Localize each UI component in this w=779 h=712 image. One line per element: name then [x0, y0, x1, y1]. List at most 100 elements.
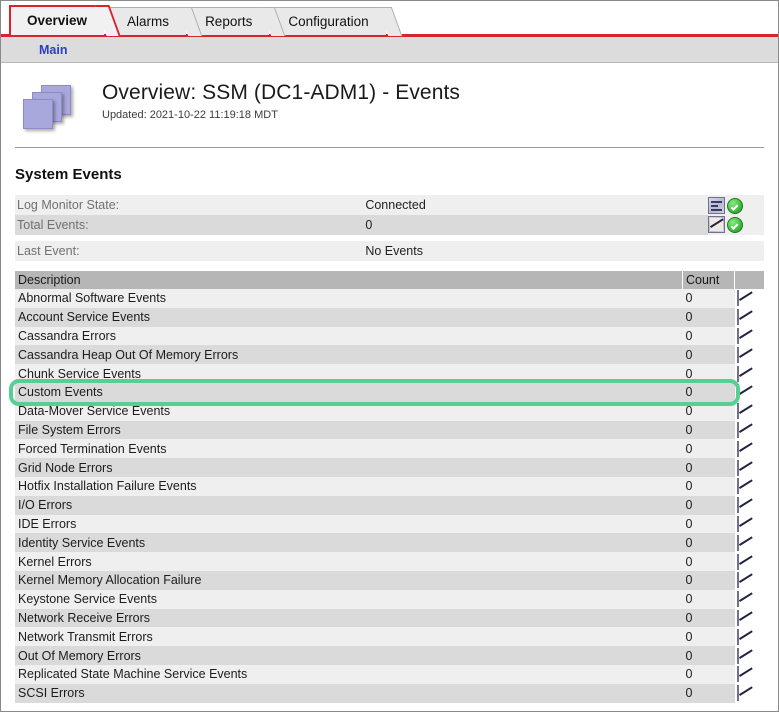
chart-icon[interactable]: [707, 216, 725, 233]
event-chart-cell: [734, 608, 764, 628]
event-chart-cell: [734, 382, 764, 402]
chart-icon[interactable]: [736, 421, 739, 438]
chart-icon[interactable]: [736, 515, 739, 532]
chart-icon[interactable]: [736, 440, 739, 457]
event-description-cell: Cassandra Errors: [15, 326, 683, 346]
summary-row-last-event: Last Event: No Events: [15, 241, 764, 261]
table-row[interactable]: Chunk Service Events 0: [15, 364, 764, 383]
table-row[interactable]: Grid Node Errors 0: [15, 458, 764, 477]
event-chart-cell: [734, 627, 764, 647]
events-table-head: Description Count: [15, 271, 764, 289]
chart-icon[interactable]: [736, 309, 739, 326]
event-chart-cell: [734, 570, 764, 590]
event-count-cell: 0: [682, 326, 735, 346]
event-description-cell: Network Receive Errors: [15, 608, 683, 628]
table-row[interactable]: Keystone Service Events 0: [15, 589, 764, 609]
chart-icon[interactable]: [736, 290, 739, 307]
events-table: Description Count Abnormal Software Even…: [15, 271, 764, 703]
green-check-icon: [726, 197, 743, 214]
table-row[interactable]: IDE Errors 0: [15, 514, 764, 534]
summary-label-total-events: Total Events:: [15, 215, 364, 235]
table-row[interactable]: Custom Events 0: [15, 382, 764, 402]
event-count-cell: 0: [682, 514, 735, 534]
event-description-cell: Custom Events: [15, 382, 683, 402]
chart-icon[interactable]: [736, 497, 739, 514]
event-chart-cell: [734, 589, 764, 609]
table-row[interactable]: I/O Errors 0: [15, 495, 764, 515]
chart-icon[interactable]: [736, 365, 739, 382]
event-count-cell: 0: [682, 683, 735, 703]
column-header-count[interactable]: Count: [682, 271, 735, 289]
event-chart-cell: [734, 458, 764, 477]
chart-icon[interactable]: [736, 534, 739, 551]
event-chart-cell: [734, 495, 764, 515]
chart-icon[interactable]: [736, 459, 739, 476]
table-row[interactable]: Kernel Errors 0: [15, 552, 764, 571]
table-row[interactable]: Cassandra Heap Out Of Memory Errors 0: [15, 345, 764, 365]
details-icon[interactable]: [707, 197, 725, 214]
column-header-description[interactable]: Description: [15, 271, 683, 289]
event-count-cell: 0: [682, 345, 735, 365]
table-row[interactable]: Out Of Memory Errors 0: [15, 646, 764, 665]
chart-icon[interactable]: [736, 403, 739, 420]
table-row[interactable]: Data-Mover Service Events 0: [15, 401, 764, 421]
table-row[interactable]: Forced Termination Events 0: [15, 439, 764, 459]
event-description-cell: Kernel Errors: [15, 552, 683, 571]
chart-icon[interactable]: [736, 591, 739, 608]
event-chart-cell: [734, 514, 764, 534]
table-row[interactable]: Identity Service Events 0: [15, 533, 764, 553]
table-row[interactable]: Kernel Memory Allocation Failure 0: [15, 570, 764, 590]
events-table-body: Abnormal Software Events 0 Account Service…: [15, 289, 764, 703]
tab-alarms-label: Alarms: [127, 14, 170, 29]
table-row[interactable]: SCSI Errors 0: [15, 683, 764, 703]
event-count-cell: 0: [682, 401, 735, 421]
event-count-cell: 0: [682, 552, 735, 571]
chart-icon[interactable]: [736, 384, 739, 401]
chart-icon[interactable]: [736, 327, 739, 344]
chart-icon[interactable]: [736, 628, 739, 645]
table-row[interactable]: Hotfix Installation Failure Events 0: [15, 476, 764, 496]
chart-icon[interactable]: [736, 478, 739, 495]
table-row[interactable]: Abnormal Software Events 0: [15, 289, 764, 308]
event-description-cell: Data-Mover Service Events: [15, 401, 683, 421]
chart-icon[interactable]: [736, 346, 739, 363]
table-row[interactable]: Network Receive Errors 0: [15, 608, 764, 628]
status-icon-row-chart: [707, 216, 764, 233]
table-row[interactable]: Network Transmit Errors 0: [15, 627, 764, 647]
table-row[interactable]: File System Errors 0: [15, 420, 764, 440]
event-chart-cell: [734, 420, 764, 440]
event-chart-cell: [734, 289, 764, 308]
event-chart-cell: [734, 401, 764, 421]
page-title-block: Overview: SSM (DC1-ADM1) - Events Update…: [102, 79, 460, 121]
tab-configuration-label: Configuration: [288, 14, 369, 29]
event-chart-cell: [734, 307, 764, 327]
tab-overview-label: Overview: [27, 13, 88, 28]
chart-icon[interactable]: [736, 553, 739, 570]
section-title: System Events: [15, 166, 122, 183]
event-count-cell: 0: [682, 646, 735, 665]
event-chart-cell: [734, 533, 764, 553]
event-description-cell: Network Transmit Errors: [15, 627, 683, 647]
tab-configuration[interactable]: Configuration: [271, 7, 386, 35]
event-count-cell: 0: [682, 364, 735, 383]
table-row[interactable]: Account Service Events 0: [15, 307, 764, 327]
event-chart-cell: [734, 476, 764, 496]
tab-overview[interactable]: Overview: [9, 5, 105, 35]
event-count-cell: 0: [682, 589, 735, 609]
summary-value-total-events: 0: [363, 215, 708, 235]
event-chart-cell: [734, 664, 764, 684]
summary-row-log-monitor-state: Log Monitor State: Connected: [15, 195, 764, 235]
chart-icon[interactable]: [736, 647, 739, 664]
subnav-item-main[interactable]: Main: [39, 43, 67, 57]
table-row[interactable]: Cassandra Errors 0: [15, 326, 764, 346]
chart-icon[interactable]: [736, 666, 739, 683]
page-header: Overview: SSM (DC1-ADM1) - Events Update…: [15, 63, 764, 148]
event-count-cell: 0: [682, 533, 735, 553]
summary-label-log-monitor-state: Log Monitor State:: [15, 195, 364, 215]
chart-icon[interactable]: [736, 609, 739, 626]
chart-icon[interactable]: [736, 572, 739, 589]
chart-icon[interactable]: [736, 685, 739, 702]
event-count-cell: 0: [682, 420, 735, 440]
event-chart-cell: [734, 364, 764, 383]
table-row[interactable]: Replicated State Machine Service Events 0: [15, 664, 764, 684]
